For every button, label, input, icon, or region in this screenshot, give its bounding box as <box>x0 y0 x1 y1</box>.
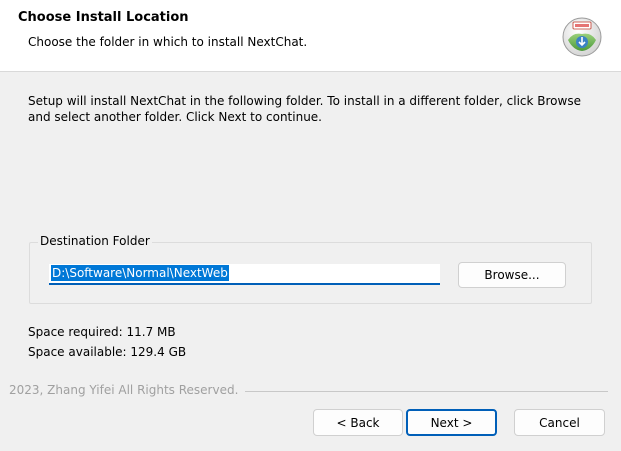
wizard-body: Setup will install NextChat in the follo… <box>0 72 621 451</box>
back-button[interactable]: < Back <box>313 409 403 436</box>
destination-path-input[interactable]: D:\Software\Normal\NextWeb <box>49 264 440 285</box>
next-button[interactable]: Next > <box>406 409 497 436</box>
page-subtitle: Choose the folder in which to install Ne… <box>28 35 308 49</box>
browse-button[interactable]: Browse... <box>458 262 566 288</box>
cancel-button[interactable]: Cancel <box>514 409 605 436</box>
branding-divider <box>245 391 608 392</box>
page-title: Choose Install Location <box>18 10 189 25</box>
space-required-text: Space required: 11.7 MB <box>28 325 176 339</box>
destination-folder-label: Destination Folder <box>38 234 152 248</box>
instruction-text: Setup will install NextChat in the follo… <box>28 94 581 124</box>
wizard-header: Choose Install Location Choose the folde… <box>0 0 621 72</box>
destination-path-text: D:\Software\Normal\NextWeb <box>51 265 229 281</box>
branding-text: 2023, Zhang Yifei All Rights Reserved. <box>9 383 239 397</box>
installer-globe-icon <box>562 17 602 57</box>
space-available-text: Space available: 129.4 GB <box>28 345 187 359</box>
